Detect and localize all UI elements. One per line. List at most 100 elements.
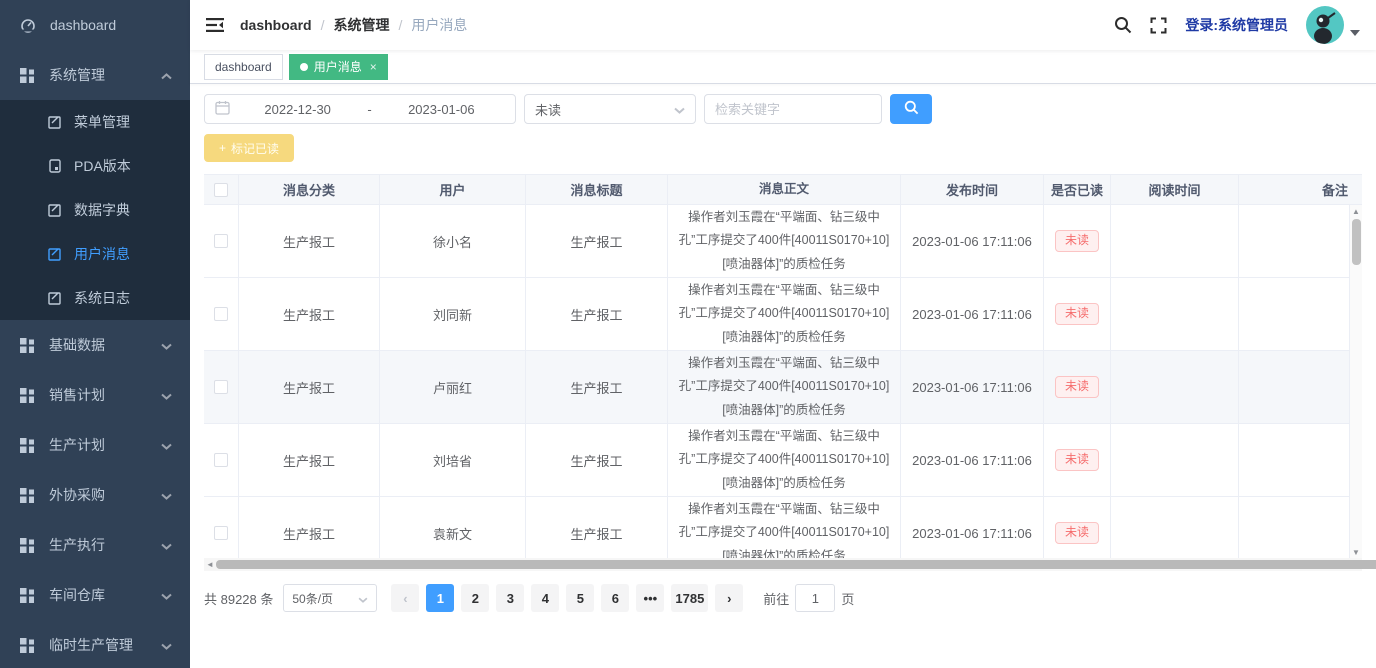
cell-category: 生产报工 [239,497,380,558]
chevron-down-icon [161,387,172,403]
column-header-body: 消息正文 [668,175,901,204]
cell-title: 生产报工 [526,205,668,277]
page-button-1[interactable]: 1 [426,584,454,612]
cell-publish-time: 2023-01-06 17:11:06 [901,424,1044,496]
sidebar-item-outsourcing-purchase[interactable]: 外协采购 [0,470,190,520]
page-button-last[interactable]: 1785 [671,584,708,612]
goto-suffix: 页 [841,589,854,608]
select-all-checkbox[interactable] [214,183,228,197]
cell-user: 徐小名 [380,205,526,277]
row-checkbox[interactable] [214,307,228,321]
chevron-down-icon [358,591,368,606]
page-button-3[interactable]: 3 [496,584,524,612]
page-button-5[interactable]: 5 [566,584,594,612]
row-checkbox[interactable] [214,234,228,248]
table-row: 生产报工 袁新文 生产报工 操作者刘玉霞在“平端面、钻三级中孔”工序提交了400… [204,497,1362,558]
messages-table: 消息分类 用户 消息标题 消息正文 发布时间 是否已读 阅读时间 备注 生产报工… [204,174,1362,558]
sidebar-item-dashboard[interactable]: dashboard [0,0,190,50]
cell-body: 操作者刘玉霞在“平端面、钻三级中孔”工序提交了400件[40011S0170+1… [668,205,901,277]
cell-read-time [1111,278,1239,350]
row-checkbox[interactable] [214,380,228,394]
cell-title: 生产报工 [526,497,668,558]
page-button-4[interactable]: 4 [531,584,559,612]
unread-badge: 未读 [1055,303,1099,325]
page-button-2[interactable]: 2 [461,584,489,612]
next-page-button[interactable]: › [715,584,743,612]
fullscreen-icon[interactable] [1150,17,1167,34]
tab-label: dashboard [215,60,272,74]
cell-remark [1239,351,1362,423]
sidebar-item-label: 生产计划 [49,435,147,455]
cell-title: 生产报工 [526,278,668,350]
user-menu[interactable] [1306,6,1360,44]
date-end-value[interactable]: 2023-01-06 [378,102,505,117]
sidebar-item-pda-version[interactable]: PDA版本 [0,144,190,188]
sidebar-item-production-execution[interactable]: 生产执行 [0,520,190,570]
grid-icon [20,438,35,453]
horizontal-scrollbar[interactable]: ◄ ► [204,558,1362,571]
cell-title: 生产报工 [526,351,668,423]
cell-publish-time: 2023-01-06 17:11:06 [901,278,1044,350]
vertical-scrollbar-thumb[interactable] [1352,219,1361,265]
avatar[interactable] [1306,6,1344,44]
calendar-icon [215,100,230,118]
tab-user-messages[interactable]: 用户消息 × [289,54,388,80]
table-header-row: 消息分类 用户 消息标题 消息正文 发布时间 是否已读 阅读时间 备注 [204,175,1362,205]
chevron-down-icon [674,102,685,117]
chevron-down-icon [161,337,172,353]
cell-body: 操作者刘玉霞在“平端面、钻三级中孔”工序提交了400件[40011S0170+1… [668,278,901,350]
sidebar-item-data-dictionary[interactable]: 数据字典 [0,188,190,232]
sidebar-item-label: 销售计划 [49,385,147,405]
horizontal-scrollbar-thumb[interactable] [216,560,1376,569]
prev-page-button[interactable]: ‹ [391,584,419,612]
goto-page-input[interactable] [795,584,835,612]
app-root: dashboard 系统管理 菜单管理 PDA版本 [0,0,1376,668]
grid-icon [20,338,35,353]
sidebar-item-production-plan[interactable]: 生产计划 [0,420,190,470]
breadcrumb-separator: / [398,17,402,33]
sidebar-item-label: PDA版本 [74,156,131,176]
login-user-label[interactable]: 登录:系统管理员 [1185,15,1288,35]
page-ellipsis[interactable]: ••• [636,584,664,612]
mark-read-button[interactable]: + 标记已读 [204,134,294,162]
sidebar-item-label: 用户消息 [74,244,130,264]
date-range-picker[interactable]: 2022-12-30 - 2023-01-06 [204,94,516,124]
close-icon[interactable]: × [370,60,377,74]
sidebar-item-sales-plan[interactable]: 销售计划 [0,370,190,420]
scroll-down-arrow-icon[interactable]: ▼ [1350,546,1362,558]
sidebar-item-basic-data[interactable]: 基础数据 [0,320,190,370]
search-icon[interactable] [1114,16,1132,34]
edit-icon [48,247,62,261]
page-button-6[interactable]: 6 [601,584,629,612]
scroll-left-arrow-icon[interactable]: ◄ [204,560,216,569]
tab-dashboard[interactable]: dashboard [204,54,283,80]
scroll-up-arrow-icon[interactable]: ▲ [1350,205,1362,217]
breadcrumb-system-management[interactable]: 系统管理 [333,15,389,35]
sidebar-item-user-messages[interactable]: 用户消息 [0,232,190,276]
cell-category: 生产报工 [239,205,380,277]
sidebar-item-system-logs[interactable]: 系统日志 [0,276,190,320]
cell-publish-time: 2023-01-06 17:11:06 [901,205,1044,277]
chevron-down-icon [161,637,172,653]
cell-remark [1239,278,1362,350]
sidebar-item-label: 车间仓库 [49,585,147,605]
table-row: 生产报工 徐小名 生产报工 操作者刘玉霞在“平端面、钻三级中孔”工序提交了400… [204,205,1362,278]
row-checkbox[interactable] [214,453,228,467]
keyword-search-input[interactable] [704,94,882,124]
read-status-select[interactable]: 未读 [524,94,696,124]
sidebar-item-temp-production-management[interactable]: 临时生产管理 [0,620,190,668]
breadcrumb-dashboard[interactable]: dashboard [240,17,312,33]
row-checkbox[interactable] [214,526,228,540]
sidebar-item-workshop-warehouse[interactable]: 车间仓库 [0,570,190,620]
page-size-selected-value: 50条/页 [292,590,358,607]
date-start-value[interactable]: 2022-12-30 [234,102,361,117]
chevron-down-icon [161,587,172,603]
column-header-remark: 备注 [1239,175,1362,204]
sidebar-item-system-management[interactable]: 系统管理 [0,50,190,100]
search-button[interactable] [890,94,932,124]
sidebar-item-menu-management[interactable]: 菜单管理 [0,100,190,144]
page-size-select[interactable]: 50条/页 [283,584,377,612]
vertical-scrollbar[interactable]: ▲ ▼ [1349,205,1362,558]
cell-user: 卢丽红 [380,351,526,423]
sidebar-collapse-icon[interactable] [206,17,224,33]
